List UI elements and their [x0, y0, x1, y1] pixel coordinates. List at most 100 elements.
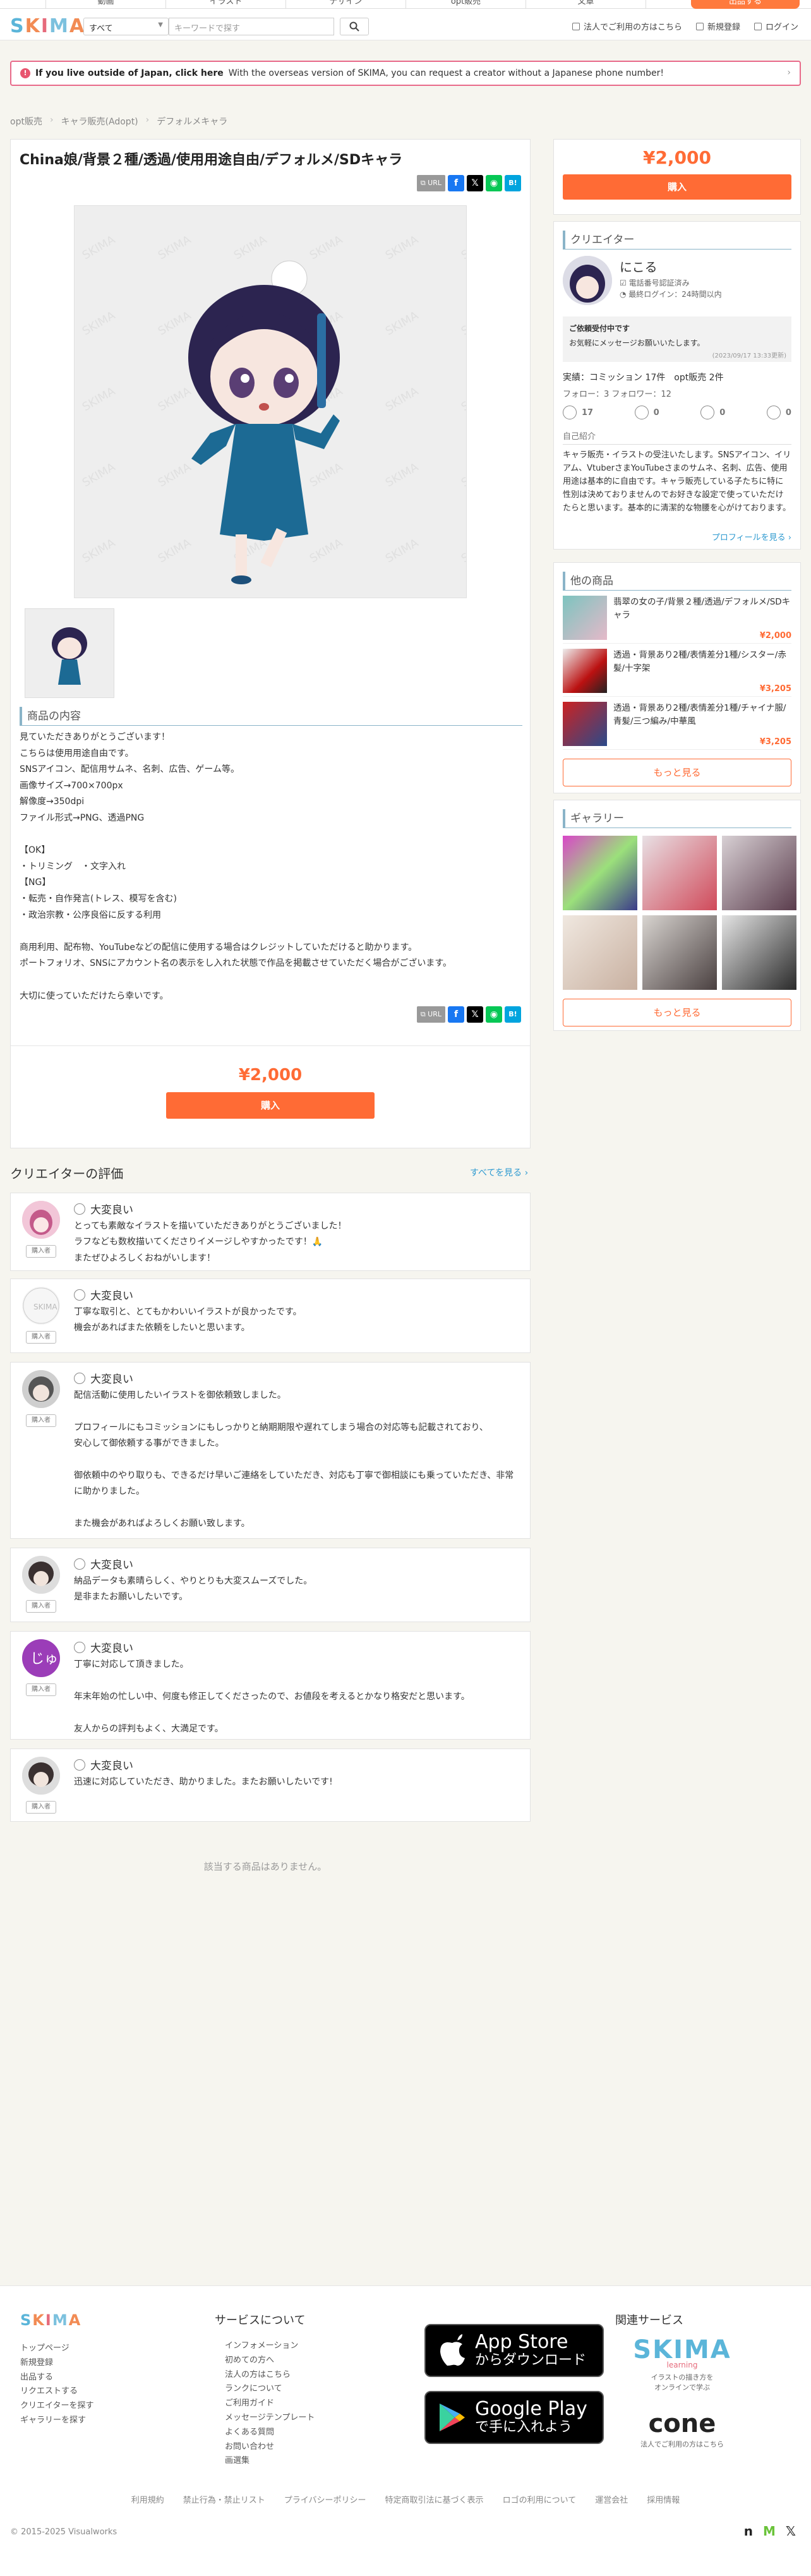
search-input[interactable]: キーワードで探す — [169, 18, 334, 35]
footer-link[interactable]: メッセージテンプレート — [225, 2411, 315, 2426]
reviewer-avatar[interactable] — [22, 1757, 60, 1795]
other-item[interactable]: 翡翠の女の子/背景２種/透過/デフォルメ/SDキャラ ¥2,000 — [563, 591, 791, 644]
site-footer: SKIMA トップページ 新規登録 出品する リクエストする クリエイターを探す ギャラリ… — [0, 2285, 811, 2576]
footer-link[interactable]: インフォメーション — [225, 2339, 315, 2354]
other-item[interactable]: 透過・背景あり2種/表情差分1種/チャイナ服/青髪/三つ編み/中華風 ¥3,20… — [563, 697, 791, 750]
profile-link[interactable]: プロフィールを見る › — [563, 531, 791, 543]
footer-link[interactable]: ロゴの利用について — [503, 2493, 577, 2505]
other-item-title[interactable]: 翡翠の女の子/背景２種/透過/デフォルメ/SDキャラ — [613, 596, 791, 622]
more-gallery-button[interactable]: もっと見る — [563, 999, 791, 1026]
x-share-icon[interactable]: 𝕏 — [467, 1006, 483, 1023]
services-heading: サービスについて — [215, 2314, 306, 2327]
breadcrumb-item[interactable]: キャラ販売(Adopt) — [61, 115, 138, 128]
nav-opt[interactable]: opt販売 — [406, 0, 526, 9]
nav-design[interactable]: デザイン — [285, 0, 406, 9]
signup-link[interactable]: 新規登録 — [695, 20, 740, 32]
hatena-share-icon[interactable]: B! — [505, 1006, 521, 1023]
reviewer-avatar[interactable]: SKIMA — [22, 1287, 60, 1325]
nav-video[interactable]: 動画 — [45, 0, 165, 9]
alert-text: With the overseas version of SKIMA, you … — [228, 68, 664, 78]
reviewer-avatar[interactable] — [22, 1370, 60, 1408]
cone-link[interactable]: cone 法人でご利用の方はこちら — [632, 2410, 733, 2449]
creator-profile[interactable]: にこる ☑ 電話番号認証済み ◔ 最終ログイン：24時間以内 — [563, 256, 791, 316]
x-icon[interactable]: 𝕏 — [786, 2524, 796, 2539]
footer-link[interactable]: 採用情報 — [647, 2493, 680, 2505]
footer-link[interactable]: クリエイターを探す — [20, 2399, 93, 2414]
skima-learning-link[interactable]: SKIMA learning イラストの描き方を オンラインで学ぶ — [632, 2337, 733, 2392]
footer-logo[interactable]: SKIMA — [20, 2311, 81, 2329]
x-share-icon[interactable]: 𝕏 — [467, 175, 483, 191]
review-body: 配信活動に使用したいイラストを御依頼致しました。 プロフィールにもコミッションにも… — [74, 1390, 514, 1529]
other-item-image[interactable] — [563, 596, 607, 640]
footer-link[interactable]: よくある質問 — [225, 2426, 315, 2440]
misskey-icon[interactable]: M — [763, 2524, 776, 2539]
overseas-alert[interactable]: ! If you live outside of Japan, click he… — [10, 61, 801, 86]
footer-link[interactable]: リクエストする — [20, 2385, 93, 2399]
gallery-item[interactable] — [642, 915, 717, 990]
gallery-item[interactable] — [563, 836, 637, 910]
footer-link[interactable]: 出品する — [20, 2371, 93, 2385]
buy-button[interactable]: 購入 — [166, 1092, 375, 1119]
footer-link[interactable]: プライバシーポリシー — [284, 2493, 366, 2505]
footer-link[interactable]: 法人の方はこちら — [225, 2368, 315, 2383]
gallery-item[interactable] — [642, 836, 717, 910]
nav-illust[interactable]: イラスト — [165, 0, 285, 9]
other-item[interactable]: 透過・背景あり2種/表情差分1種/シスター/赤髪/十字架 ¥3,205 — [563, 644, 791, 697]
footer-link[interactable]: 新規登録 — [20, 2356, 93, 2371]
copy-url-button[interactable]: ⧉ URL — [416, 175, 445, 191]
reviewer-avatar[interactable] — [22, 1556, 60, 1594]
creator-avatar[interactable] — [563, 256, 612, 305]
facebook-share-icon[interactable]: f — [448, 1006, 464, 1023]
breadcrumb-item[interactable]: デフォルメキャラ — [157, 115, 227, 128]
alert-title[interactable]: If you live outside of Japan, click here — [35, 68, 224, 78]
sad-face-icon — [766, 406, 781, 419]
google-play-badge[interactable]: Google Play で手に入れよう — [424, 2391, 604, 2444]
corporate-link[interactable]: 法人でご利用の方はこちら — [572, 20, 682, 32]
review-rating: 大変良い — [74, 1757, 133, 1773]
search-button[interactable] — [340, 18, 369, 35]
other-item-title[interactable]: 透過・背景あり2種/表情差分1種/チャイナ服/青髪/三つ編み/中華風 — [613, 702, 791, 728]
line-share-icon[interactable]: ◉ — [486, 175, 502, 191]
footer-link[interactable]: 禁止行為・禁止リスト — [183, 2493, 265, 2505]
footer-link[interactable]: ギャラリーを探す — [20, 2414, 93, 2428]
other-item-title[interactable]: 透過・背景あり2種/表情差分1種/シスター/赤髪/十字架 — [613, 649, 791, 675]
footer-link[interactable]: 初めての方へ — [225, 2354, 315, 2368]
search-category-select[interactable]: すべて ▼ — [83, 18, 169, 35]
sidebar-buy-button[interactable]: 購入 — [563, 174, 791, 200]
nav-text[interactable]: 文章 — [526, 0, 646, 9]
facebook-share-icon[interactable]: f — [448, 175, 464, 191]
reviews-all-link[interactable]: すべてを見る › — [470, 1166, 528, 1179]
other-item-image[interactable] — [563, 649, 607, 693]
buyer-tag: 購入者 — [26, 1331, 56, 1344]
footer-link[interactable]: 特定商取引法に基づく表示 — [385, 2493, 484, 2505]
reviewer-avatar[interactable]: じゅ — [22, 1639, 60, 1677]
gallery-item[interactable] — [563, 915, 637, 990]
login-link[interactable]: ログイン — [754, 20, 798, 32]
sell-button[interactable]: 出品する — [691, 0, 800, 9]
line-share-icon[interactable]: ◉ — [486, 1006, 502, 1023]
footer-link[interactable]: お問い合わせ — [225, 2440, 315, 2455]
more-items-button[interactable]: もっと見る — [563, 759, 791, 786]
product-thumbnail[interactable] — [25, 608, 114, 698]
footer-link[interactable]: トップページ — [20, 2342, 93, 2356]
footer-link[interactable]: 利用規約 — [131, 2493, 164, 2505]
footer-link[interactable]: 運営会社 — [595, 2493, 628, 2505]
app-store-badge[interactable]: App Store からダウンロード — [424, 2324, 604, 2377]
gallery-item[interactable] — [722, 836, 796, 910]
creator-name[interactable]: にこる — [620, 257, 658, 275]
product-price: ¥2,000 — [238, 1066, 303, 1085]
gallery-item[interactable] — [722, 915, 796, 990]
product-main-image[interactable]: SKIMA — [74, 205, 467, 598]
breadcrumb-item[interactable]: opt販売 — [10, 115, 42, 128]
hatena-share-icon[interactable]: B! — [505, 175, 521, 191]
footer-link[interactable]: ランクについて — [225, 2382, 315, 2397]
other-item-image[interactable] — [563, 702, 607, 746]
footer-link[interactable]: 画選集 — [225, 2454, 315, 2469]
reviewer-avatar[interactable] — [22, 1201, 60, 1239]
intro-heading: 自己紹介 — [563, 430, 791, 445]
copy-url-button[interactable]: ⧉ URL — [416, 1006, 445, 1023]
footer-link[interactable]: ご利用ガイド — [225, 2397, 315, 2411]
buyer-tag: 購入者 — [26, 1414, 56, 1427]
note-icon[interactable]: n — [744, 2524, 753, 2539]
skima-logo[interactable]: SKIMA — [10, 15, 85, 37]
